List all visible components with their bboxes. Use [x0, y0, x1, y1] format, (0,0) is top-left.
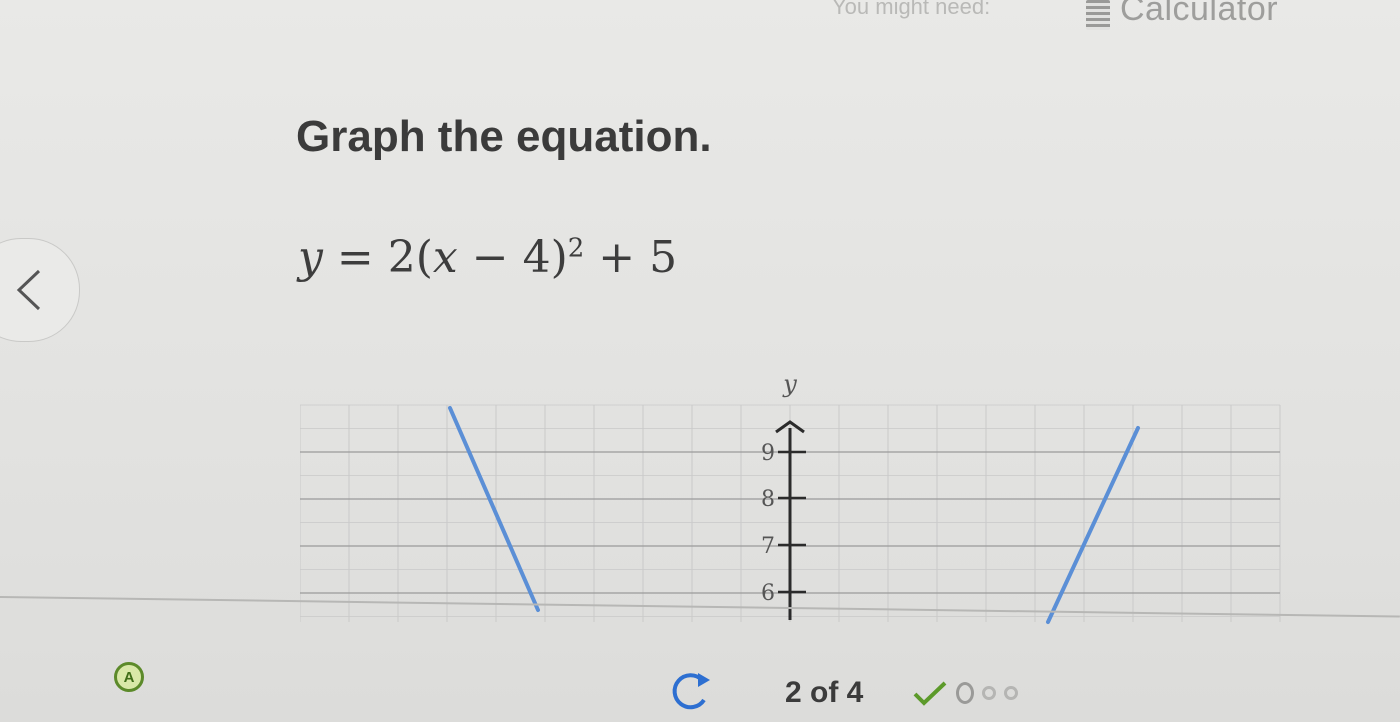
y-axis-label: y [782, 370, 797, 398]
coordinate-plane[interactable]: y 9 8 7 6 [300, 360, 1290, 630]
hint-letter: A [123, 668, 135, 686]
hint-icon[interactable]: A [114, 662, 144, 692]
progress-label: 2 of 4 [785, 676, 864, 709]
previous-question-button[interactable] [0, 238, 80, 342]
equation-lhs: y [298, 232, 323, 283]
chevron-left-icon [16, 269, 41, 311]
equation-exponent: 2 [567, 233, 585, 264]
retry-icon[interactable] [668, 670, 714, 712]
y-tick-label: 8 [761, 487, 775, 512]
y-tick-label: 7 [761, 534, 775, 559]
calculator-icon [1086, 0, 1110, 30]
circle-icon [1004, 686, 1018, 700]
equation-minus: − 4) [457, 232, 568, 283]
calculator-label: Calculator [1120, 0, 1279, 28]
equation: y = 2(x − 4)2 + 5 [298, 232, 677, 283]
question-prompt: Graph the equation. [296, 112, 712, 161]
circle-icon [982, 686, 996, 700]
equation-coef: 2( [387, 232, 433, 283]
equation-equals: = [336, 232, 374, 283]
calculator-button[interactable]: Calculator [1086, 0, 1278, 30]
equation-tail: + 5 [584, 232, 678, 283]
exercise-page: You might need: Calculator Graph the equ… [0, 0, 1400, 722]
parabola-left-branch [448, 406, 540, 612]
progress-indicator [912, 680, 1018, 706]
check-icon [913, 681, 947, 706]
tools-hint-text: You might need: [832, 0, 991, 19]
graph-area[interactable]: y 9 8 7 6 [300, 360, 1290, 630]
equation-var: x [432, 232, 458, 283]
y-tick-label: 6 [761, 581, 775, 606]
circle-icon [956, 682, 974, 704]
y-tick-label: 9 [761, 441, 775, 466]
